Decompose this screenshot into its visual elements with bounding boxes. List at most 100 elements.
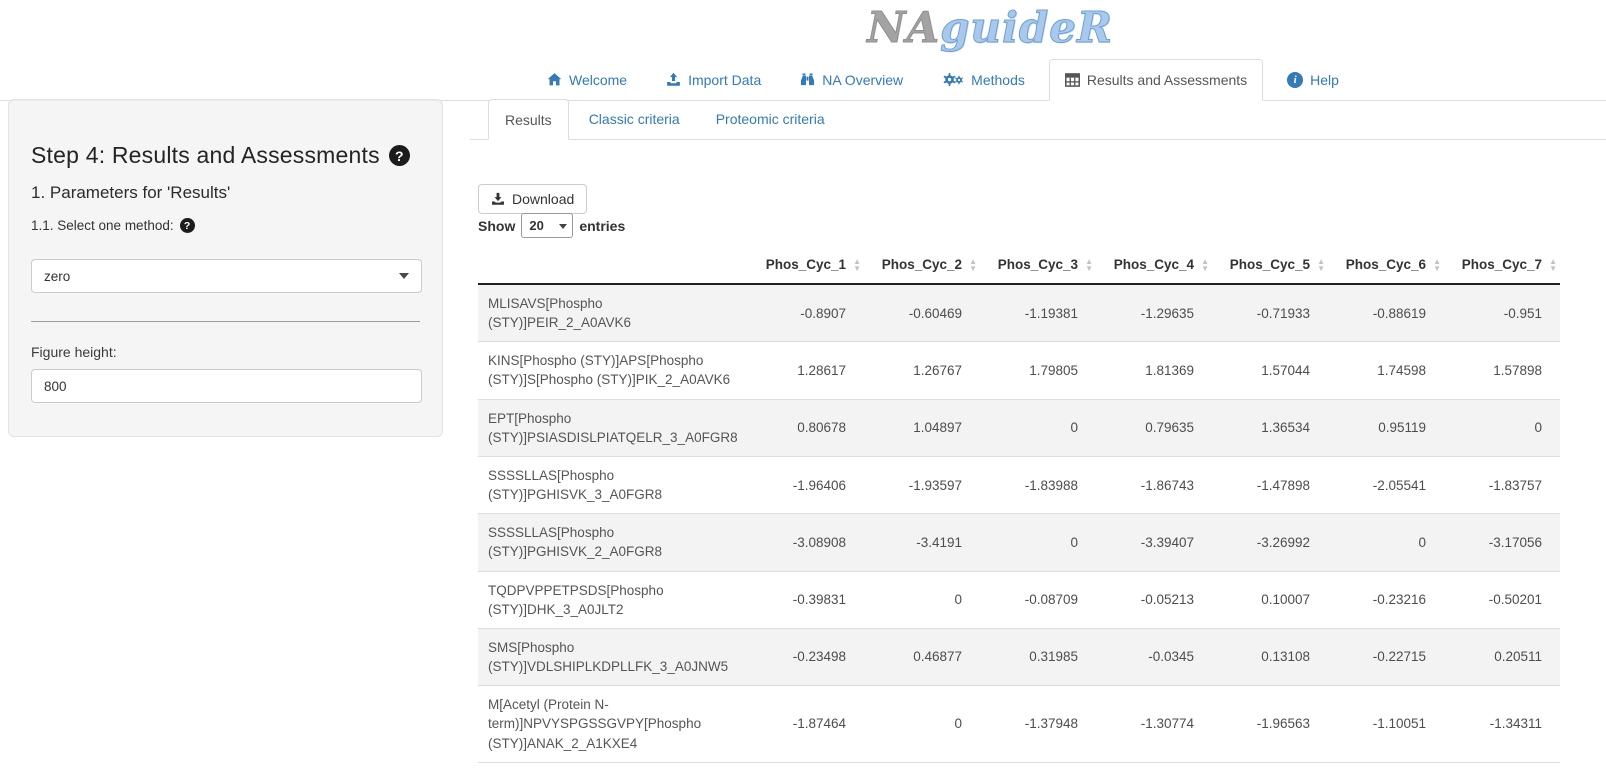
row-name: SSSSLLAS[Phospho (STY)]PGHISVK_2_A0FGR8 (478, 514, 748, 571)
cell-value: -3.08908 (748, 514, 864, 571)
table-row: EPT[Phospho (STY)]PSIASDISLPIATQELR_3_A0… (478, 399, 1560, 456)
column-header-phos_cyc_3[interactable]: Phos_Cyc_3 ▲▼ (980, 246, 1096, 284)
cell-value: -3.39407 (1096, 514, 1212, 571)
tab-proteomic-criteria[interactable]: Proteomic criteria (700, 99, 841, 139)
cell-value: 1.04897 (864, 399, 980, 456)
cell-value: 1.57898 (1444, 342, 1560, 399)
row-name: SMS[Phospho (STY)]VDLSHIPLKDPLLFK_3_A0JN… (478, 628, 748, 685)
cell-value: -3.4191 (864, 514, 980, 571)
cell-value: -1.83988 (980, 456, 1096, 513)
cell-value: 0.31985 (980, 628, 1096, 685)
cell-value: -0.0345 (1096, 628, 1212, 685)
sidebar-panel: Step 4: Results and Assessments ? 1. Par… (8, 99, 443, 437)
sort-icon: ▲▼ (1085, 258, 1093, 272)
sort-icon: ▲▼ (1549, 258, 1557, 272)
results-table-wrap: Phos_Cyc_1▲▼Phos_Cyc_2▲▼Phos_Cyc_3▲▼Phos… (478, 246, 1606, 763)
column-header-phos_cyc_4[interactable]: Phos_Cyc_4 ▲▼ (1096, 246, 1212, 284)
cell-value: -1.19381 (980, 284, 1096, 342)
row-name: M[Acetyl (Protein N-term)]NPVYSPGSSGVPY[… (478, 686, 748, 762)
divider (31, 321, 420, 322)
question-circle-icon[interactable]: ? (389, 145, 410, 166)
cell-value: 1.36534 (1212, 399, 1328, 456)
cell-value: 0 (980, 399, 1096, 456)
table-row: TQDPVPPETPSDS[Phospho (STY)]DHK_3_A0JLT2… (478, 571, 1560, 628)
cell-value: -0.951 (1444, 284, 1560, 342)
column-header-label: Phos_Cyc_5 (1230, 257, 1310, 272)
cell-value: -0.23498 (748, 628, 864, 685)
figure-height-input[interactable] (31, 369, 422, 403)
nav-tab-help[interactable]: i Help (1272, 59, 1354, 100)
row-name: TQDPVPPETPSDS[Phospho (STY)]DHK_3_A0JLT2 (478, 571, 748, 628)
nav-tab-import-data[interactable]: Import Data (651, 59, 776, 100)
entries-label: entries (579, 218, 625, 234)
column-header-label: Phos_Cyc_7 (1462, 257, 1542, 272)
cell-value: -2.05541 (1328, 456, 1444, 513)
sub-nav: Results Classic criteria Proteomic crite… (470, 99, 1606, 140)
nav-tab-na-overview[interactable]: NA Overview (785, 59, 918, 100)
row-name: EPT[Phospho (STY)]PSIASDISLPIATQELR_3_A0… (478, 399, 748, 456)
table-row: M[Acetyl (Protein N-term)]NPVYSPGSSGVPY[… (478, 686, 1560, 762)
cell-value: -1.96563 (1212, 686, 1328, 762)
nav-tab-methods[interactable]: Methods (927, 59, 1040, 100)
column-header-label: Phos_Cyc_4 (1114, 257, 1194, 272)
cell-value: -0.71933 (1212, 284, 1328, 342)
nav-tab-label: Results and Assessments (1087, 72, 1247, 88)
column-header-label: Phos_Cyc_3 (998, 257, 1078, 272)
nav-tab-results-and-assessments[interactable]: Results and Assessments (1049, 59, 1263, 101)
gears-icon (942, 72, 964, 87)
cell-value: -3.26992 (1212, 514, 1328, 571)
cell-value: -0.60469 (864, 284, 980, 342)
column-header-phos_cyc_2[interactable]: Phos_Cyc_2▲▼ (864, 246, 980, 284)
column-header-label: Phos_Cyc_6 (1346, 257, 1426, 272)
method-select[interactable]: zero (31, 259, 422, 293)
table-length-control: Show 20 entries (478, 213, 625, 238)
sidebar-title-text: Step 4: Results and Assessments (31, 142, 380, 169)
question-circle-icon[interactable]: ? (180, 218, 195, 233)
cell-value: -0.39831 (748, 571, 864, 628)
sidebar-title: Step 4: Results and Assessments ? (31, 142, 420, 169)
table-row: SMS[Phospho (STY)]VDLSHIPLKDPLLFK_3_A0JN… (478, 628, 1560, 685)
table-body: MLISAVS[Phospho (STY)]PEIR_2_A0AVK6-0.89… (478, 284, 1560, 762)
cell-value: 1.74598 (1328, 342, 1444, 399)
table-header-row: Phos_Cyc_1▲▼Phos_Cyc_2▲▼Phos_Cyc_3▲▼Phos… (478, 246, 1560, 284)
cell-value: -0.23216 (1328, 571, 1444, 628)
cell-value: 0.79635 (1096, 399, 1212, 456)
main-nav: Welcome Import Data NA Overview Methods (0, 59, 1606, 101)
table-row: KINS[Phospho (STY)]APS[Phospho (STY)]S[P… (478, 342, 1560, 399)
tab-results[interactable]: Results (488, 99, 569, 140)
tab-classic-criteria[interactable]: Classic criteria (573, 99, 696, 139)
cell-value: 0 (1444, 399, 1560, 456)
results-panel: Results Classic criteria Proteomic crite… (470, 99, 1606, 773)
nav-tab-welcome[interactable]: Welcome (532, 59, 642, 100)
column-header-phos_cyc_7[interactable]: Phos_Cyc_7 ▲▼ (1444, 246, 1560, 284)
table-row: SSSSLLAS[Phospho (STY)]PGHISVK_3_A0FGR8 -… (478, 456, 1560, 513)
entries-select-wrap: 20 (521, 213, 573, 238)
column-header-phos_cyc_5[interactable]: Phos_Cyc_5▲▼ (1212, 246, 1328, 284)
cell-value: -1.10051 (1328, 686, 1444, 762)
cell-value: 1.79805 (980, 342, 1096, 399)
download-button[interactable]: Download (478, 184, 587, 214)
cell-value: -1.34311 (1444, 686, 1560, 762)
nav-tab-label: Import Data (688, 72, 761, 88)
sort-icon: ▲▼ (1201, 258, 1209, 272)
cell-value: 1.57044 (1212, 342, 1328, 399)
cell-value: -0.8907 (748, 284, 864, 342)
table-row: MLISAVS[Phospho (STY)]PEIR_2_A0AVK6-0.89… (478, 284, 1560, 342)
cell-value: 0.20511 (1444, 628, 1560, 685)
subtab-label: Results (505, 112, 552, 128)
download-label: Download (512, 191, 574, 207)
cell-value: 0.46877 (864, 628, 980, 685)
row-name: SSSSLLAS[Phospho (STY)]PGHISVK_3_A0FGR8 (478, 456, 748, 513)
entries-select[interactable]: 20 (521, 213, 573, 238)
cell-value: -1.37948 (980, 686, 1096, 762)
column-header-phos_cyc_6[interactable]: Phos_Cyc_6▲▼ (1328, 246, 1444, 284)
column-header-phos_cyc_1[interactable]: Phos_Cyc_1▲▼ (748, 246, 864, 284)
sort-icon: ▲▼ (853, 258, 861, 272)
cell-value: 0 (980, 514, 1096, 571)
nav-tab-label: Welcome (569, 72, 627, 88)
cell-value: -0.88619 (1328, 284, 1444, 342)
subtab-label: Classic criteria (589, 111, 680, 127)
cell-value: -3.17056 (1444, 514, 1560, 571)
cell-value: -0.05213 (1096, 571, 1212, 628)
naguider-app: NAguideR Welcome Import Data NA Overview (0, 0, 1606, 773)
